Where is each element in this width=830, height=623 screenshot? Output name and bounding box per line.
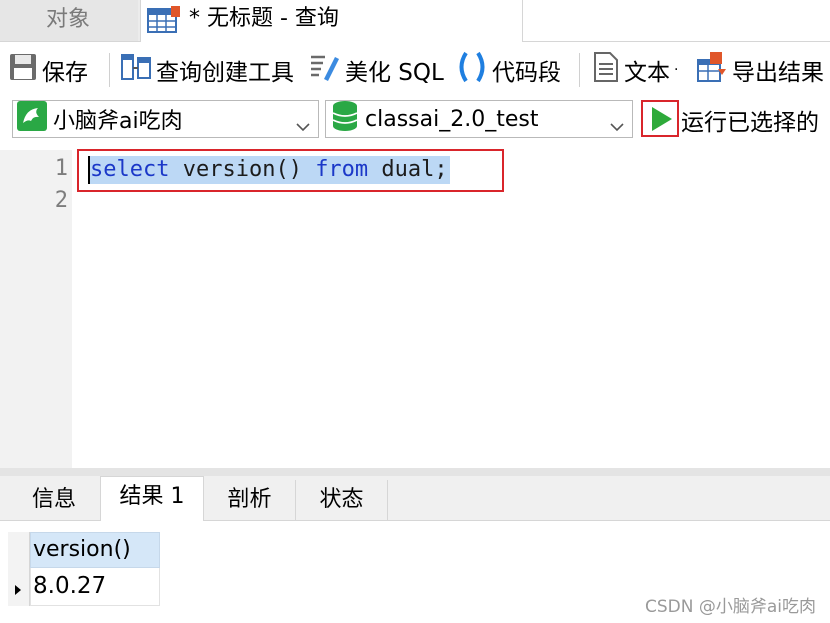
chevron-down-icon[interactable] (610, 113, 624, 138)
tab-profile-label: 剖析 (227, 487, 272, 512)
chevron-down-icon[interactable] (296, 113, 310, 138)
document-tab-bar: 对象 * 无标题 - 查询 (0, 0, 830, 42)
sql-editor[interactable]: 1 2 select version() from dual; (0, 149, 830, 468)
results-panel: version() 8.0.27 CSDN @小脑斧ai吃肉 (0, 521, 830, 623)
query-builder-label: 查询创建工具 (156, 60, 294, 86)
code-snippet-label: 代码段 (492, 60, 561, 86)
toolbar-divider (579, 53, 580, 87)
run-selected-button[interactable] (641, 100, 679, 137)
watermark: CSDN @小脑斧ai吃肉 (644, 597, 816, 617)
export-results-button[interactable]: 导出结果 (696, 51, 824, 89)
export-icon (696, 51, 728, 89)
save-label: 保存 (42, 60, 88, 86)
parentheses-icon (456, 51, 488, 89)
row-header[interactable] (8, 568, 30, 606)
result-tab-bar: 信息 结果 1 剖析 状态 (0, 476, 830, 522)
tab-objects-label: 对象 (46, 7, 91, 32)
query-toolbar: 保存 查询创建工具 美化 SQL 代码段 文本 · 导出结果 (0, 43, 830, 97)
pane-splitter[interactable] (0, 468, 830, 476)
query-table-icon (147, 6, 181, 38)
current-row-arrow-icon (14, 581, 22, 600)
tab-status[interactable]: 状态 (296, 480, 388, 521)
tab-objects[interactable]: 对象 (0, 0, 138, 42)
database-name: classai_2.0_test (365, 106, 539, 132)
database-select[interactable]: classai_2.0_test (325, 100, 633, 138)
save-button[interactable]: 保存 (8, 51, 88, 89)
tab-baseline (0, 41, 140, 42)
query-builder-icon (120, 52, 152, 88)
grid-corner (8, 532, 30, 568)
result-cell[interactable]: 8.0.27 (30, 568, 160, 606)
export-results-label: 导出结果 (732, 60, 824, 86)
tab-info-label: 信息 (31, 487, 76, 512)
beautify-sql-label: 美化 SQL (345, 60, 444, 86)
mysql-dolphin-icon (17, 101, 47, 137)
play-icon (649, 106, 673, 136)
document-icon (592, 51, 620, 89)
tab-result-1[interactable]: 结果 1 (100, 476, 204, 522)
text-view-button[interactable]: 文本 · (592, 51, 678, 89)
text-view-label: 文本 (624, 60, 670, 86)
line-number-gutter: 1 2 (0, 150, 72, 468)
dropdown-dot-icon[interactable]: · (674, 62, 678, 78)
toolbar-divider (109, 53, 110, 87)
tab-query[interactable]: * 无标题 - 查询 (140, 0, 523, 42)
tab-info[interactable]: 信息 (8, 480, 100, 521)
connection-select[interactable]: 小脑斧ai吃肉 (12, 100, 319, 138)
beautify-icon (309, 51, 341, 89)
line-number: 1 (54, 156, 68, 181)
beautify-sql-button[interactable]: 美化 SQL (309, 51, 444, 89)
code-snippet-button[interactable]: 代码段 (456, 51, 561, 89)
line-number: 2 (54, 188, 68, 213)
connection-name: 小脑斧ai吃肉 (53, 109, 183, 134)
column-header-version[interactable]: version() (30, 532, 160, 568)
connection-bar: 小脑斧ai吃肉 classai_2.0_test 运行已选择的 (0, 97, 830, 143)
tab-status-label: 状态 (319, 487, 364, 512)
tab-result-1-label: 结果 1 (119, 484, 185, 509)
selection-highlight-box (77, 149, 504, 192)
save-icon (8, 52, 38, 88)
run-selected-label[interactable]: 运行已选择的 (681, 103, 819, 137)
tab-query-title: * 无标题 - 查询 (189, 6, 339, 31)
database-icon (331, 100, 359, 138)
query-builder-button[interactable]: 查询创建工具 (120, 51, 294, 89)
tab-profile[interactable]: 剖析 (204, 480, 296, 521)
tab-baseline-right (523, 41, 830, 42)
